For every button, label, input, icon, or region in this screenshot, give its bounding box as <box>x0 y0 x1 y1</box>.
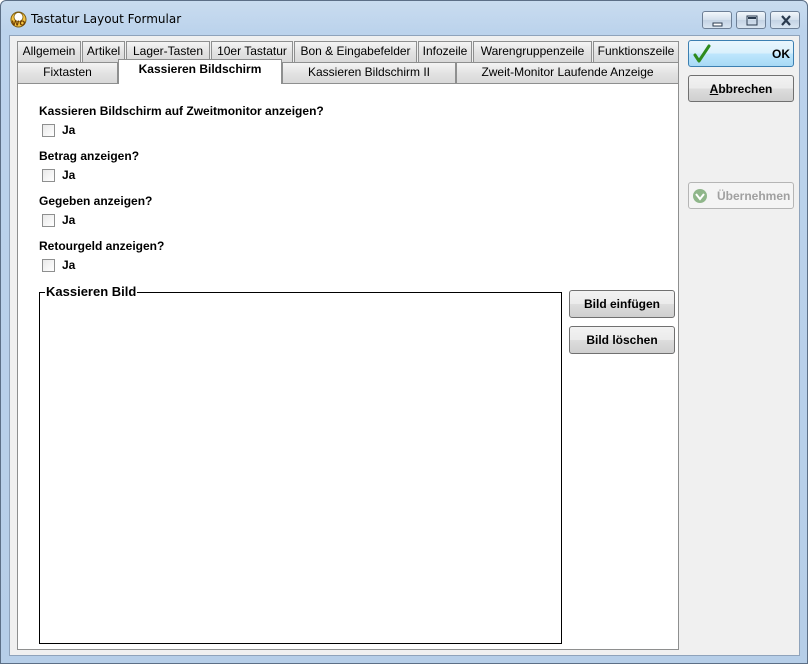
minimize-icon <box>712 22 723 27</box>
title-bar[interactable]: WO Tastatur Layout Formular <box>1 1 807 35</box>
checkbox-label-zweitmonitor[interactable]: Ja <box>62 123 75 137</box>
checkbox-zweitmonitor[interactable] <box>42 124 55 137</box>
question-zweitmonitor: Kassieren Bildschirm auf Zweitmonitor an… <box>39 104 324 118</box>
checkbox-label-betrag[interactable]: Ja <box>62 168 75 182</box>
tab-kassieren-bildschirm-ii[interactable]: Kassieren Bildschirm II <box>282 62 456 83</box>
image-group-box <box>39 292 562 644</box>
tab-funktionszeile[interactable]: Funktionszeile <box>593 41 679 62</box>
wo-app-icon: WO <box>10 11 27 28</box>
window-title: Tastatur Layout Formular <box>31 12 182 26</box>
checkbox-label-gegeben[interactable]: Ja <box>62 213 75 227</box>
close-button[interactable] <box>770 11 800 29</box>
apply-arrow-icon <box>693 189 707 203</box>
tab-fixtasten[interactable]: Fixtasten <box>17 62 118 83</box>
tab-infozeile[interactable]: Infozeile <box>418 41 472 62</box>
question-betrag: Betrag anzeigen? <box>39 149 140 163</box>
tab-zweit-monitor-laufende-anzeige[interactable]: Zweit-Monitor Laufende Anzeige <box>456 62 679 83</box>
close-icon <box>781 15 791 26</box>
ok-button[interactable]: OK <box>688 40 794 67</box>
tab-bon-eingabefelder[interactable]: Bon & Eingabefelder <box>294 41 417 62</box>
cancel-button[interactable]: Abbrechen <box>688 75 794 102</box>
image-group-title: Kassieren Bild <box>45 284 138 299</box>
maximize-icon <box>746 15 758 26</box>
tab-allgemein[interactable]: Allgemein <box>17 41 81 62</box>
main-window: WO Tastatur Layout Formular Allgemein Ar… <box>0 0 808 664</box>
svg-text:WO: WO <box>12 20 26 28</box>
apply-label: Übernehmen <box>717 189 791 203</box>
checkbox-label-retourgeld[interactable]: Ja <box>62 258 75 272</box>
cancel-label: bbrechen <box>718 82 773 96</box>
tab-kassieren-bildschirm[interactable]: Kassieren Bildschirm <box>118 59 282 84</box>
ok-label: OK <box>772 47 790 61</box>
checkbox-retourgeld[interactable] <box>42 259 55 272</box>
insert-image-button[interactable]: Bild einfügen <box>569 290 675 318</box>
checkbox-betrag[interactable] <box>42 169 55 182</box>
minimize-button[interactable] <box>702 11 732 29</box>
apply-button[interactable]: Übernehmen <box>688 182 794 209</box>
question-retourgeld: Retourgeld anzeigen? <box>39 239 165 253</box>
maximize-button[interactable] <box>736 11 766 29</box>
checkbox-gegeben[interactable] <box>42 214 55 227</box>
dialog-client-area: Allgemein Artikel Lager-Tasten 10er Tast… <box>9 35 800 656</box>
tab-panel-kassieren-bildschirm: Kassieren Bildschirm auf Zweitmonitor an… <box>17 83 679 650</box>
tab-warengruppenzeile[interactable]: Warengruppenzeile <box>473 41 592 62</box>
question-gegeben: Gegeben anzeigen? <box>39 194 153 208</box>
delete-image-button[interactable]: Bild löschen <box>569 326 675 354</box>
checkmark-icon <box>693 44 711 63</box>
